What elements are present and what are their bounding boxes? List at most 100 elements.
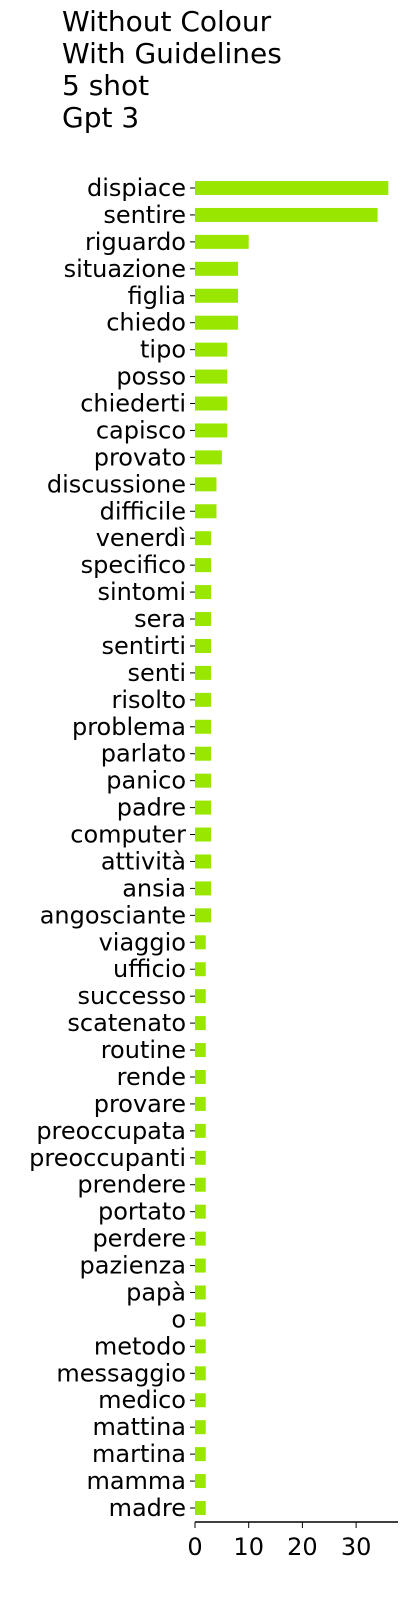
y-tick-label: pazienza bbox=[80, 1252, 187, 1280]
y-tick-label: provare bbox=[94, 1090, 186, 1118]
bar bbox=[195, 315, 238, 330]
bar bbox=[195, 558, 212, 573]
bar bbox=[195, 369, 228, 384]
y-tick-label: dispiace bbox=[87, 174, 186, 202]
y-tick-label: scatenato bbox=[67, 1009, 186, 1037]
y-tick-label: routine bbox=[101, 1036, 186, 1064]
y-tick-label: preoccupata bbox=[36, 1117, 186, 1145]
y-tick-label: madre bbox=[109, 1494, 186, 1522]
bar bbox=[195, 935, 206, 950]
bar bbox=[195, 1150, 206, 1165]
bar bbox=[195, 1285, 206, 1300]
y-tick-label: viaggio bbox=[99, 928, 186, 956]
y-tick-label: situazione bbox=[64, 255, 186, 283]
y-tick-label: figlia bbox=[128, 282, 186, 310]
y-tick-label: parlato bbox=[101, 740, 186, 768]
bar bbox=[195, 638, 212, 653]
bar bbox=[195, 585, 212, 600]
y-tick-label: chiederti bbox=[80, 390, 186, 418]
bar bbox=[195, 261, 238, 276]
bar bbox=[195, 1204, 206, 1219]
bar bbox=[195, 450, 222, 465]
bar bbox=[195, 1501, 206, 1515]
y-tick-label: specifico bbox=[81, 551, 186, 579]
x-tick-label: 0 bbox=[187, 1533, 202, 1561]
y-tick-label: angosciante bbox=[40, 901, 186, 929]
bar bbox=[195, 1339, 206, 1354]
bar bbox=[195, 746, 212, 761]
bar-chart: dispiacesentireriguardosituazionefigliac… bbox=[29, 174, 398, 1561]
y-tick-label: perdere bbox=[92, 1225, 186, 1253]
y-tick-label: metodo bbox=[94, 1332, 186, 1360]
bar bbox=[195, 881, 212, 896]
y-tick-label: successo bbox=[77, 982, 186, 1010]
bar bbox=[195, 692, 212, 707]
bar bbox=[195, 1366, 206, 1381]
y-tick-label: o bbox=[171, 1305, 186, 1333]
bar bbox=[195, 1447, 206, 1462]
bar bbox=[195, 1069, 206, 1084]
bar bbox=[195, 396, 228, 411]
y-tick-label: preoccupanti bbox=[29, 1144, 186, 1172]
y-tick-label: ufficio bbox=[113, 955, 186, 983]
bar bbox=[195, 773, 212, 788]
y-tick-label: mattina bbox=[93, 1413, 187, 1441]
y-tick-label: computer bbox=[70, 821, 186, 849]
y-tick-label: portato bbox=[98, 1198, 186, 1226]
bar bbox=[195, 1096, 206, 1111]
bar bbox=[195, 207, 378, 222]
y-tick-label: risolto bbox=[112, 686, 186, 714]
y-tick-label: sera bbox=[134, 605, 186, 633]
y-tick-label: senti bbox=[127, 659, 186, 687]
bar bbox=[195, 1420, 206, 1435]
y-tick-label: panico bbox=[106, 767, 186, 795]
y-tick-label: prendere bbox=[77, 1171, 186, 1199]
bar bbox=[195, 1393, 206, 1408]
x-tick-label: 20 bbox=[287, 1533, 318, 1561]
bar bbox=[195, 234, 249, 249]
bar bbox=[195, 477, 217, 492]
y-tick-label: mamma bbox=[86, 1467, 186, 1495]
bar bbox=[195, 288, 238, 303]
bar bbox=[195, 1258, 206, 1273]
y-tick-label: medico bbox=[98, 1386, 186, 1414]
y-tick-label: discussione bbox=[47, 470, 186, 498]
bar bbox=[195, 1177, 206, 1192]
bar bbox=[195, 1123, 206, 1138]
y-tick-label: riguardo bbox=[85, 228, 186, 256]
bar bbox=[195, 854, 212, 869]
y-tick-label: problema bbox=[72, 713, 186, 741]
y-tick-label: padre bbox=[117, 794, 186, 822]
y-tick-label: martina bbox=[92, 1440, 186, 1468]
y-tick-label: sentire bbox=[103, 201, 186, 229]
y-tick-label: rende bbox=[117, 1063, 186, 1091]
y-tick-label: capisco bbox=[96, 416, 186, 444]
y-tick-label: posso bbox=[116, 363, 186, 391]
bar bbox=[195, 962, 206, 977]
bar bbox=[195, 1043, 206, 1058]
bar bbox=[195, 989, 206, 1004]
y-tick-label: sintomi bbox=[97, 578, 186, 606]
y-tick-label: difficile bbox=[100, 497, 186, 525]
y-tick-label: sentirti bbox=[101, 632, 186, 660]
bar bbox=[195, 342, 228, 357]
bar bbox=[195, 827, 212, 842]
bar bbox=[195, 1474, 206, 1489]
y-tick-label: attività bbox=[101, 847, 186, 875]
y-tick-label: ansia bbox=[122, 874, 186, 902]
bar bbox=[195, 1016, 206, 1031]
y-tick-label: messaggio bbox=[56, 1359, 186, 1387]
bar bbox=[195, 504, 217, 519]
y-tick-label: tipo bbox=[140, 336, 186, 364]
x-tick-label: 30 bbox=[341, 1533, 372, 1561]
y-tick-label: papà bbox=[126, 1278, 186, 1306]
bar bbox=[195, 531, 212, 546]
bar bbox=[195, 181, 389, 195]
bar bbox=[195, 719, 212, 734]
bar bbox=[195, 1231, 206, 1246]
bar bbox=[195, 612, 212, 627]
y-tick-label: chiedo bbox=[106, 309, 186, 337]
y-tick-label: provato bbox=[94, 443, 186, 471]
bar bbox=[195, 423, 228, 438]
bar bbox=[195, 665, 212, 680]
